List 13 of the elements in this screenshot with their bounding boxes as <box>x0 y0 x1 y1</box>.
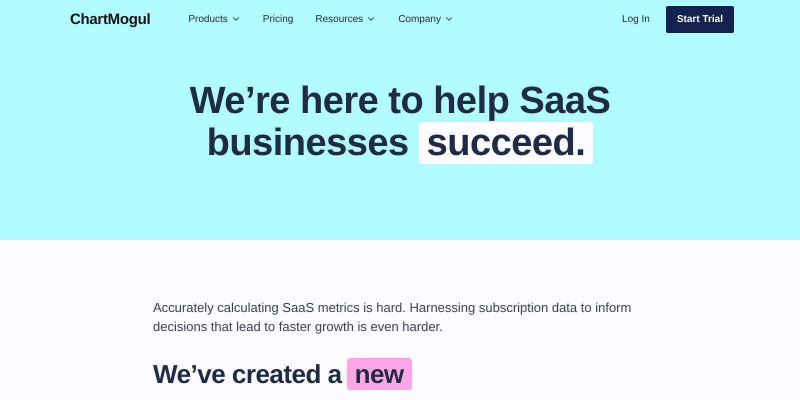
nav-link[interactable]: Pricing <box>262 14 294 24</box>
nav-link[interactable]: Company <box>398 14 454 24</box>
login-link[interactable]: Log In <box>622 14 650 24</box>
headline-text: businesses <box>206 122 409 164</box>
section-heading: new <box>346 358 412 390</box>
nav-link[interactable]: Resources <box>315 14 376 24</box>
start-trial-button[interactable]: Start Trial <box>666 6 734 32</box>
headline-text: succeed. <box>418 122 594 164</box>
nav-link[interactable]: Products <box>188 14 241 24</box>
headline-text: We’re here to help SaaS <box>190 80 610 122</box>
logo[interactable]: ChartMogul <box>70 10 150 28</box>
section-heading: We’ve created a <box>153 358 342 390</box>
intro-paragraph: Accurately calculating SaaS metrics is hard. Harnessing subscription data to inform decisions that lead to faster growth is even harder. <box>153 299 632 336</box>
